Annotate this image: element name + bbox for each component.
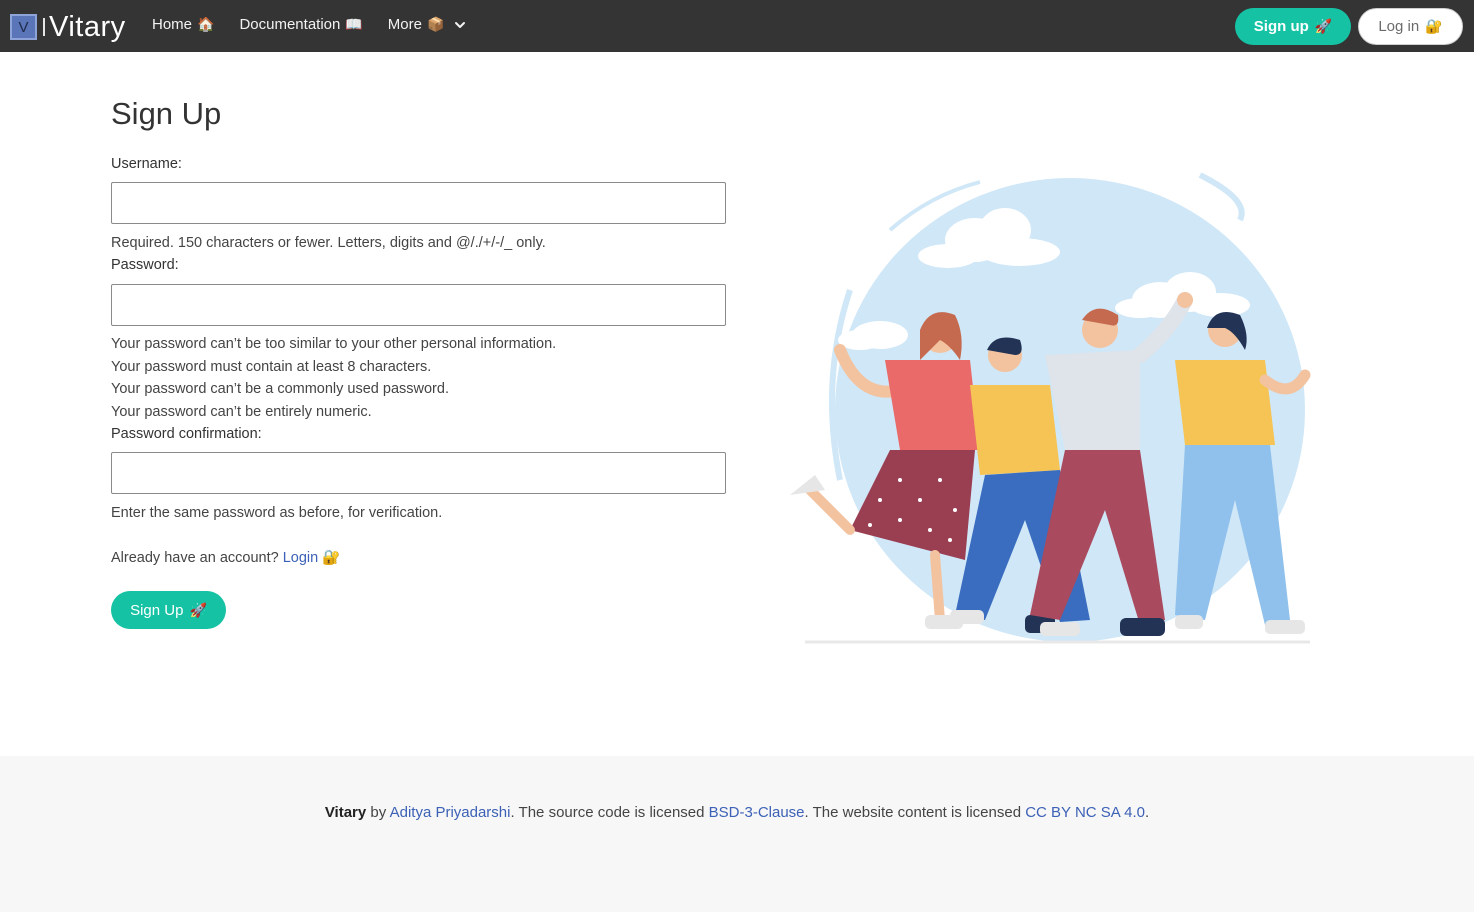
password-help-line: Your password can’t be entirely numeric. [111,403,372,420]
content-license-link[interactable]: CC BY NC SA 4.0 [1025,804,1145,821]
username-input[interactable] [111,182,726,224]
nav-signup-button[interactable]: Sign up 🚀 [1235,8,1351,45]
nav-home-label: Home [152,16,193,33]
nav-login-label: Log in [1378,18,1420,35]
login-prompt-text: Already have an account? [111,550,279,566]
footer-source-text: . The source code is licensed [510,804,705,821]
nav-home-link[interactable]: Home 🏠 [152,16,214,33]
footer-text: Vitary by Aditya Priyadarshi. The source… [0,804,1474,821]
signup-submit-label: Sign Up [130,601,184,619]
book-icon: 📖 [345,16,363,32]
password-help-line: Your password can’t be too similar to yo… [111,336,557,352]
password-help-line: Your password can’t be a commonly used p… [111,381,449,397]
brand[interactable]: V Vitary [10,12,126,42]
page-title: Sign Up [111,96,222,131]
password-confirm-label: Password confirmation: [111,426,262,442]
footer-by: by [370,804,387,821]
nav-more-dropdown[interactable]: More 📦 [388,16,467,33]
lock-key-icon: 🔐 [322,550,341,566]
brand-divider [43,18,45,36]
source-license-link[interactable]: BSD-3-Clause [709,804,805,821]
nav-links: Home 🏠 Documentation 📖 More 📦 [152,16,491,33]
footer-content-text: . The website content is licensed [804,804,1022,821]
footer-end: . [1145,804,1150,821]
people-illustration [790,172,1311,644]
author-link[interactable]: Aditya Priyadarshi [390,804,511,821]
username-label: Username: [111,156,182,172]
signup-submit-button[interactable]: Sign Up 🚀 [111,591,226,629]
brand-logo: V [10,14,37,40]
footer: Vitary by Aditya Priyadarshi. The source… [0,756,1474,912]
nav-signup-label: Sign up [1253,18,1309,35]
rocket-icon: 🚀 [1314,18,1333,34]
password-confirm-input[interactable] [111,452,726,494]
password-label: Password: [111,257,179,273]
brand-name: Vitary [49,11,126,43]
login-prompt: Already have an account? Login 🔐 [111,549,340,566]
password-help-line: Your password must contain at least 8 ch… [111,358,432,375]
lock-key-icon: 🔐 [1425,18,1443,34]
package-icon: 📦 [426,16,445,32]
username-help: Required. 150 characters or fewer. Lette… [111,235,546,251]
nav-documentation-link[interactable]: Documentation 📖 [239,16,362,33]
nav-more-label: More [387,16,422,33]
chevron-down-icon [455,21,466,28]
home-icon: 🏠 [197,16,215,32]
login-link[interactable]: Login [283,550,318,566]
nav-login-button[interactable]: Log in 🔐 [1358,8,1463,45]
rocket-icon: 🚀 [189,601,207,618]
navbar: V Vitary Home 🏠 Documentation 📖 More 📦 S… [0,0,1474,52]
password-help: Your password can’t be too similar to yo… [111,333,556,423]
footer-brand: Vitary [324,804,367,821]
nav-documentation-label: Documentation [239,16,341,33]
password-input[interactable] [111,284,726,326]
password-confirm-help: Enter the same password as before, for v… [111,505,443,521]
